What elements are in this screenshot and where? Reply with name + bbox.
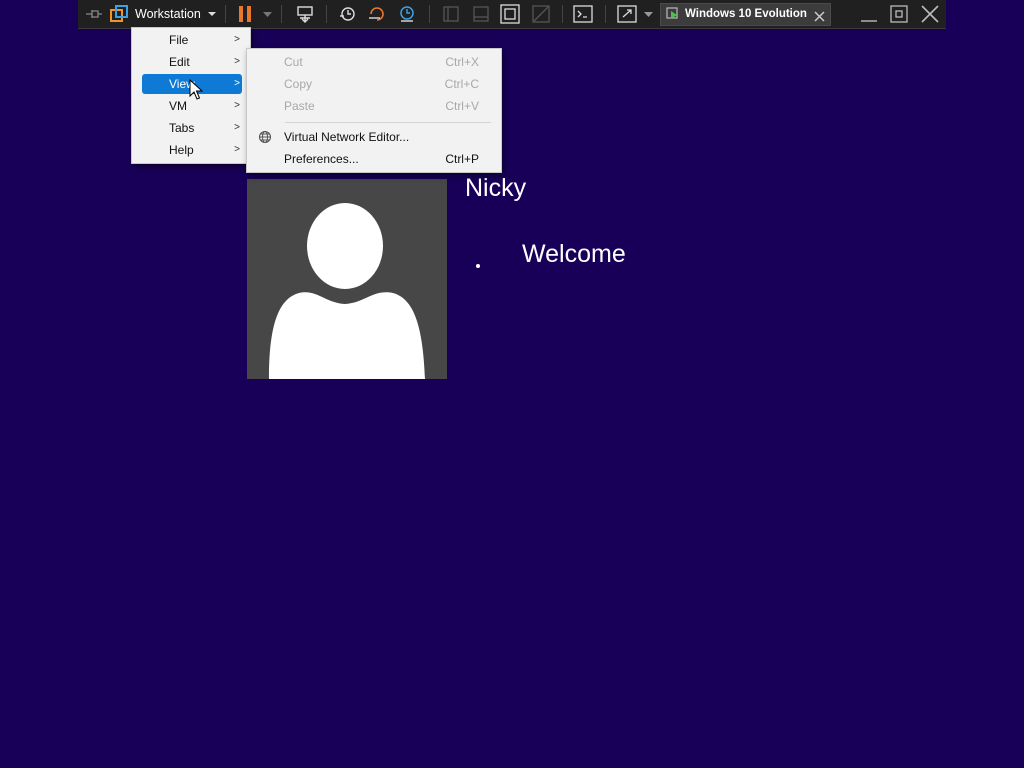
menu-item-edit[interactable]: Edit > bbox=[142, 52, 242, 72]
chevron-right-icon: > bbox=[234, 122, 240, 133]
network-globe-icon bbox=[258, 130, 272, 147]
chevron-right-icon: > bbox=[234, 34, 240, 45]
close-icon[interactable] bbox=[917, 0, 943, 28]
vm-tab-title: Windows 10 Evolution bbox=[685, 8, 807, 20]
pause-icon[interactable] bbox=[235, 0, 255, 28]
user-silhouette-icon bbox=[269, 203, 425, 379]
workstation-menu-button[interactable]: Workstation bbox=[135, 0, 201, 28]
mouse-cursor-icon bbox=[189, 78, 204, 106]
fullscreen-icon[interactable] bbox=[615, 0, 639, 28]
close-tab-icon[interactable] bbox=[814, 9, 825, 27]
pin-icon[interactable] bbox=[83, 0, 105, 28]
vm-tab[interactable]: Windows 10 Evolution bbox=[660, 3, 831, 26]
snapshot-icon[interactable] bbox=[335, 0, 359, 28]
welcome-status: Welcome bbox=[522, 240, 626, 268]
snapshot-manager-icon[interactable] bbox=[395, 0, 419, 28]
dropdown-icon[interactable] bbox=[205, 0, 219, 28]
menu-item-file[interactable]: File > bbox=[142, 30, 242, 50]
menu-item-preferences[interactable]: Preferences... Ctrl+P bbox=[251, 149, 497, 169]
thumbnail-view-icon[interactable] bbox=[470, 0, 492, 28]
unity-icon[interactable] bbox=[529, 0, 553, 28]
user-avatar bbox=[247, 179, 447, 379]
chevron-down-icon[interactable] bbox=[260, 0, 274, 28]
menu-item-cut[interactable]: Cut Ctrl+X bbox=[251, 52, 497, 72]
send-keys-icon[interactable] bbox=[293, 0, 317, 28]
restore-icon[interactable] bbox=[887, 0, 911, 28]
chevron-right-icon: > bbox=[234, 100, 240, 111]
console-icon[interactable] bbox=[571, 0, 595, 28]
menu-item-copy[interactable]: Copy Ctrl+C bbox=[251, 74, 497, 94]
workstation-toolbar: Workstation Windows 10 Evolution bbox=[78, 0, 946, 29]
vm-running-icon bbox=[666, 7, 680, 26]
menu-separator bbox=[285, 122, 491, 123]
chevron-right-icon: > bbox=[234, 144, 240, 155]
library-view-icon[interactable] bbox=[440, 0, 462, 28]
chevron-down-icon[interactable] bbox=[642, 0, 654, 28]
menu-item-help[interactable]: Help > bbox=[142, 140, 242, 160]
chevron-right-icon: > bbox=[234, 56, 240, 67]
login-username: Nicky bbox=[465, 174, 527, 202]
revert-snapshot-icon[interactable] bbox=[365, 0, 389, 28]
chevron-right-icon: > bbox=[234, 78, 240, 89]
workstation-logo-icon bbox=[108, 0, 130, 28]
minimize-icon[interactable] bbox=[857, 0, 881, 28]
menu-item-tabs[interactable]: Tabs > bbox=[142, 118, 242, 138]
menu-item-paste[interactable]: Paste Ctrl+V bbox=[251, 96, 497, 116]
fit-guest-icon[interactable] bbox=[498, 0, 522, 28]
edit-submenu: Cut Ctrl+X Copy Ctrl+C Paste Ctrl+V Virt… bbox=[246, 48, 502, 173]
menu-item-virtual-network-editor[interactable]: Virtual Network Editor... bbox=[251, 127, 497, 147]
loading-spinner bbox=[476, 264, 480, 268]
